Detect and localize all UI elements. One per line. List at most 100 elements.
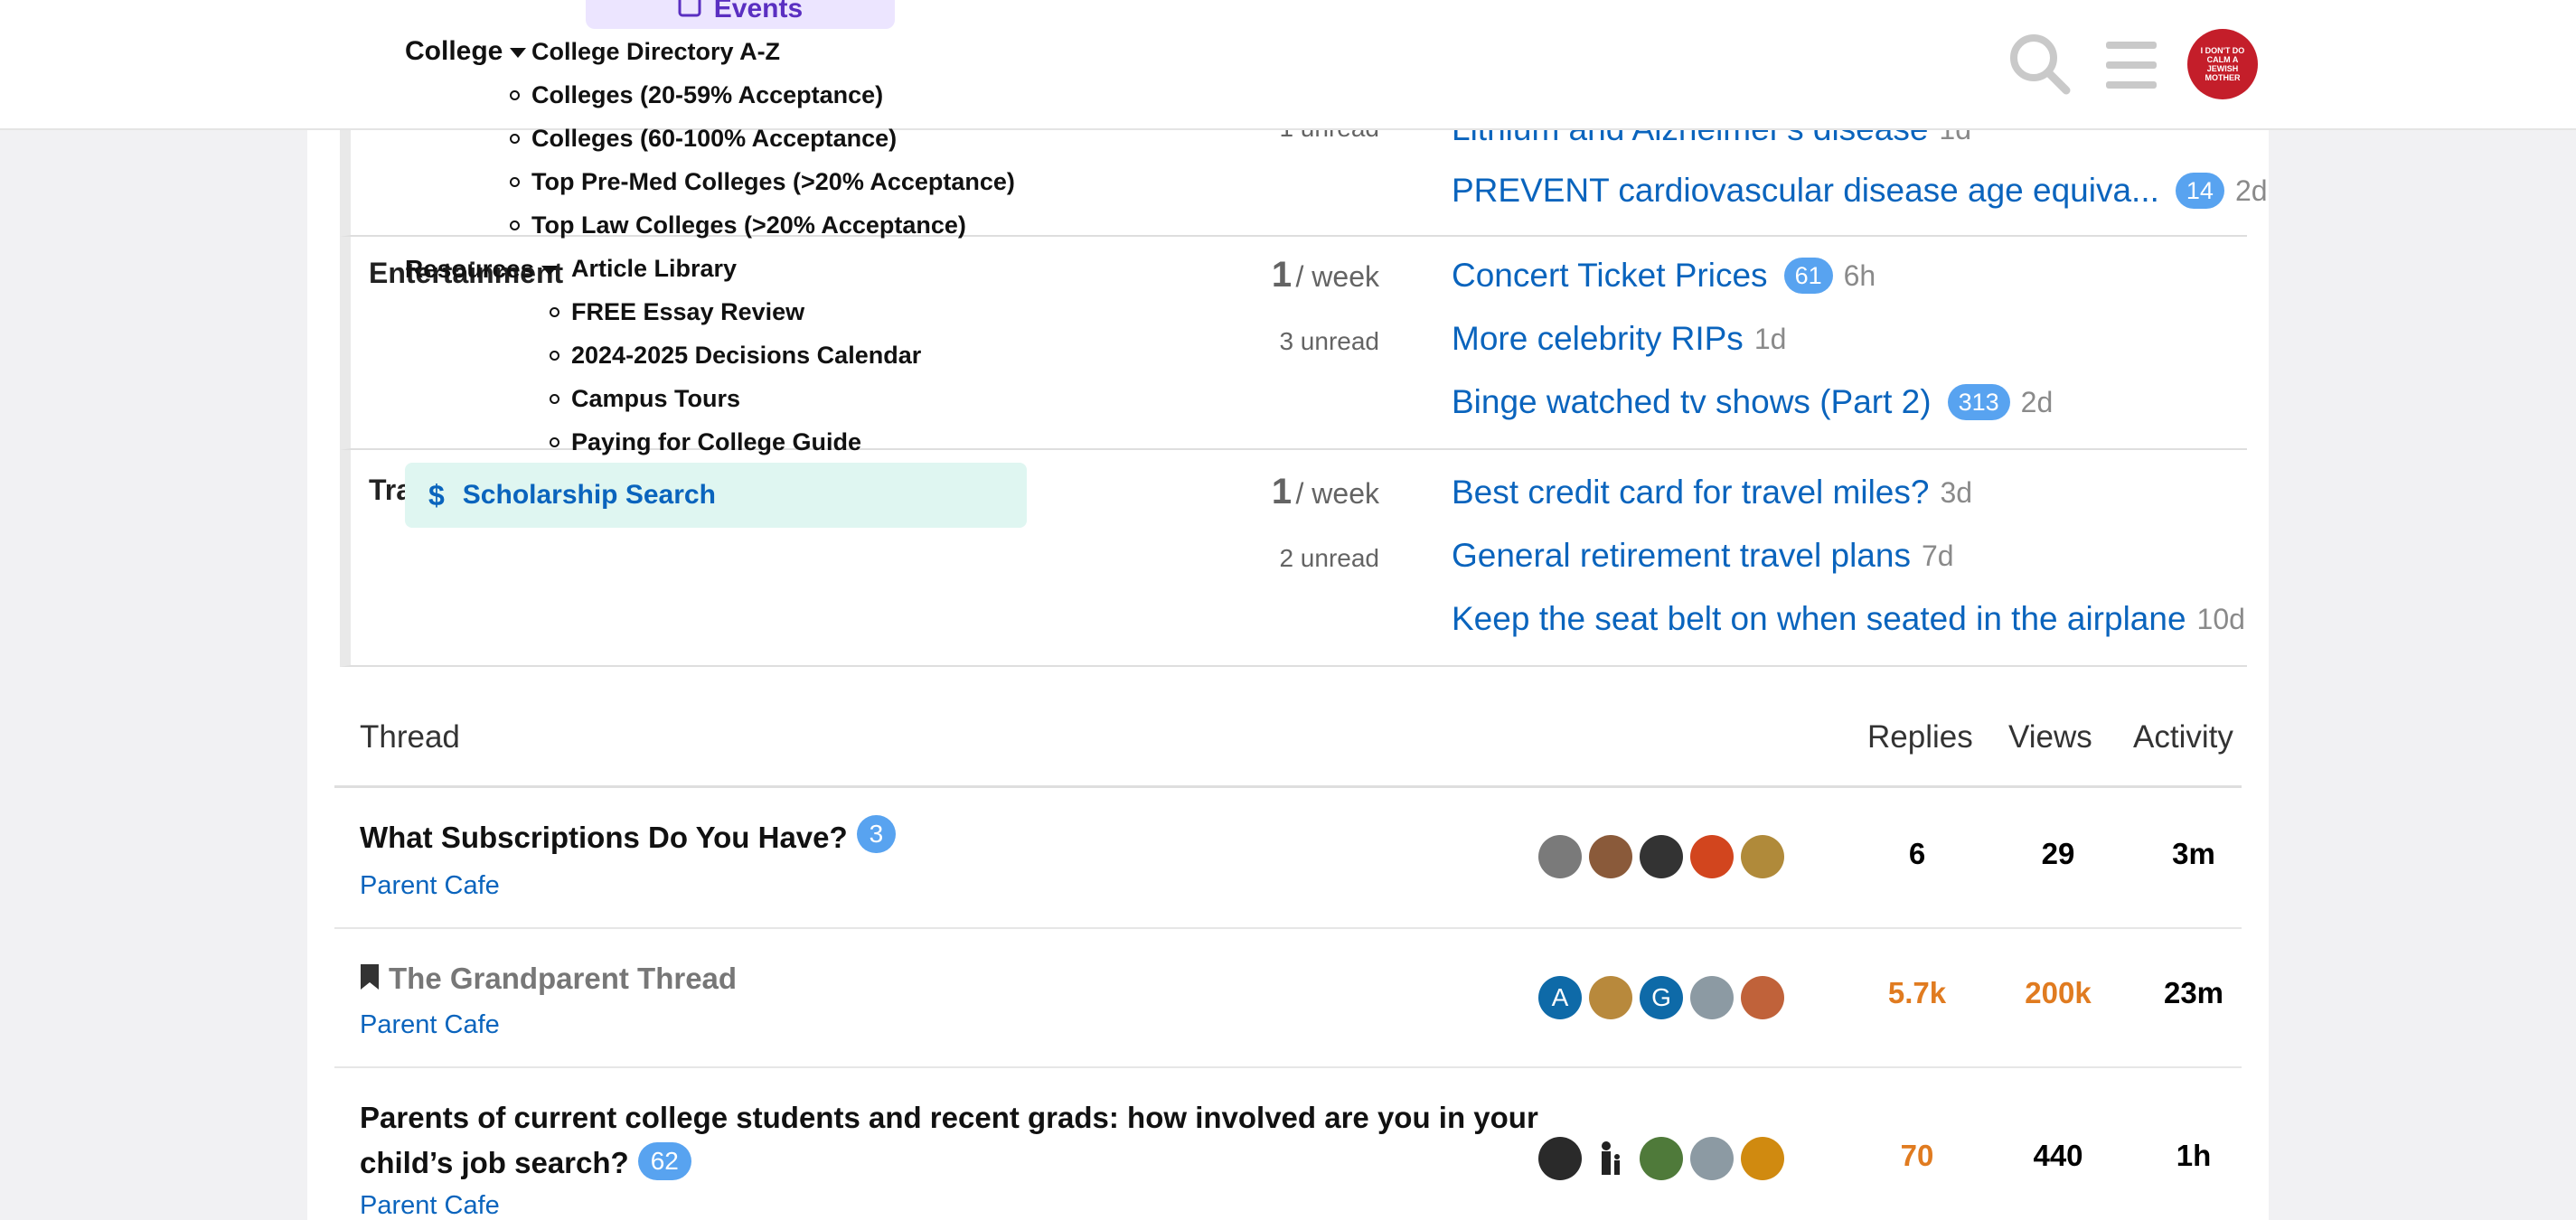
avatar[interactable] [1741,976,1784,1019]
menu-college-toggle[interactable]: College [405,36,527,67]
thread-title-text[interactable]: Parents of current college students and … [360,1101,1538,1134]
latest-topic-link[interactable]: Concert Ticket Prices 61 6h [1452,257,1876,295]
menu-item-top-pre-med[interactable]: Top Pre-Med Colleges (>20% Acceptance) [531,168,1015,196]
scholarship-search-button[interactable]: $ Scholarship Search [405,463,1027,528]
rate-unit: / week [1295,260,1379,293]
thread-category-link[interactable]: Parent Cafe [360,1010,500,1040]
unread-badge[interactable]: 3 [856,815,897,854]
unread-badge[interactable]: 61 [1783,258,1833,294]
unread-badge[interactable]: 62 [637,1142,691,1181]
topic-age: 7d [1921,539,1954,572]
column-activity[interactable]: Activity [2133,705,2233,770]
thread-title[interactable]: The Grandparent Thread [360,956,737,1003]
thread-title[interactable]: Parents of current college students and … [360,1095,1553,1186]
menu-item-paying-for-college[interactable]: Paying for College Guide [571,428,861,456]
poster-avatars [1538,835,1784,878]
avatar[interactable] [1640,1137,1683,1180]
replies-count[interactable]: 5.7k [1849,976,1985,1010]
menu-item-article-library[interactable]: Article Library [571,255,737,283]
views-count: 200k [2025,976,2092,1009]
table-row[interactable]: The Grandparent Thread Parent Cafe A G 5… [334,929,2242,1068]
avatar[interactable] [1589,976,1632,1019]
avatar[interactable] [1741,1137,1784,1180]
topic-age: 10d [2196,602,2245,635]
search-icon[interactable] [2008,33,2072,100]
category-unread[interactable]: 3 unread [1279,327,1379,356]
latest-topic-link[interactable]: More celebrity RIPs 1d [1452,320,1786,358]
unread-badge[interactable]: 14 [2175,173,2224,209]
avatar[interactable] [1640,835,1683,878]
table-row[interactable]: What Subscriptions Do You Have? 3 Parent … [334,790,2242,929]
bullet-icon [510,177,520,187]
latest-topic-link[interactable]: PREVENT cardiovascular disease age equiv… [1452,172,2268,210]
bullet-icon [550,437,559,447]
thread-category-link[interactable]: Parent Cafe [360,871,500,901]
category-unread[interactable]: 2 unread [1279,544,1379,573]
latest-topic-link[interactable]: Best credit card for travel miles? 3d [1452,474,1972,511]
menu-item-campus-tours[interactable]: Campus Tours [571,385,740,413]
activity-time[interactable]: 3m [2126,837,2261,871]
topic-title[interactable]: PREVENT cardiovascular disease age equiv… [1452,172,2159,210]
menu-college-label: College [405,36,503,66]
bookmark-icon [360,958,380,1003]
avatar[interactable] [1690,835,1734,878]
thread-title-text[interactable]: What Subscriptions Do You Have? [360,821,848,854]
poster-avatars: A G [1538,976,1784,1019]
menu-item-colleges-20-59[interactable]: Colleges (20-59% Acceptance) [531,81,883,109]
caret-down-icon [541,266,559,277]
menu-resources-label: Resources [405,255,535,283]
menu-item-essay-review[interactable]: FREE Essay Review [571,298,804,326]
menu-item-top-law[interactable]: Top Law Colleges (>20% Acceptance) [531,211,966,239]
menu-item-colleges-60-100[interactable]: Colleges (60-100% Acceptance) [531,125,897,153]
topic-age: 3d [1940,475,1973,509]
column-thread[interactable]: Thread [360,705,460,770]
topic-age: 6h [1843,258,1876,292]
thread-category-link[interactable]: Parent Cafe [360,1191,500,1220]
views-count: 440 [2033,1139,2083,1172]
avatar[interactable] [1589,835,1632,878]
column-replies[interactable]: Replies [1867,705,1973,770]
avatar[interactable]: A [1538,976,1582,1019]
bullet-icon [550,351,559,361]
replies-count[interactable]: 70 [1849,1139,1985,1173]
topic-title[interactable]: Binge watched tv shows (Part 2) [1452,383,1932,421]
activity-time[interactable]: 23m [2126,976,2261,1010]
avatar-text: I DON'T DO CALM A JEWISH MOTHER [2200,46,2245,82]
avatar[interactable] [1538,835,1582,878]
avatar[interactable] [1690,976,1734,1019]
menu-resources-toggle[interactable]: Resources [405,255,559,284]
replies-count[interactable]: 6 [1849,837,1985,871]
unread-badge[interactable]: 313 [1947,384,2010,420]
thread-title-text-continued[interactable]: child’s job search? [360,1146,629,1179]
latest-topic-link[interactable]: Keep the seat belt on when seated in the… [1452,600,2245,638]
avatar[interactable]: G [1640,976,1683,1019]
avatar[interactable] [1690,1137,1734,1180]
avatar[interactable] [1538,1137,1582,1180]
topic-title[interactable]: Keep the seat belt on when seated in the… [1452,600,2186,638]
table-row[interactable]: Parents of current college students and … [334,1068,2242,1220]
column-views[interactable]: Views [2008,705,2092,770]
hamburger-menu-icon[interactable] [2106,40,2157,95]
avatar[interactable] [1741,835,1784,878]
menu-item-decisions-calendar[interactable]: 2024-2025 Decisions Calendar [571,342,921,370]
avatar[interactable] [1589,1137,1632,1180]
topic-age: 2d [2234,174,2268,207]
thread-title-text[interactable]: The Grandparent Thread [389,962,737,995]
latest-topic-link[interactable]: Binge watched tv shows (Part 2) 313 2d [1452,383,2053,421]
activity-time[interactable]: 1h [2126,1139,2261,1173]
topic-title[interactable]: More celebrity RIPs [1452,320,1744,358]
category-post-rate: 1 / week [1272,255,1379,296]
topic-title[interactable]: General retirement travel plans [1452,537,1911,575]
bullet-icon [550,394,559,404]
topic-title[interactable]: Best credit card for travel miles? [1452,474,1929,511]
thread-title[interactable]: What Subscriptions Do You Have? 3 [360,815,897,860]
rate-number: 1 [1271,255,1293,295]
topic-title[interactable]: Concert Ticket Prices [1452,257,1768,295]
rate-number: 1 [1271,472,1293,511]
menu-item-college-directory[interactable]: College Directory A-Z [531,38,780,66]
latest-topic-link[interactable]: General retirement travel plans 7d [1452,537,1954,575]
user-avatar[interactable]: I DON'T DO CALM A JEWISH MOTHER [2187,29,2258,99]
nav-dropdown-menu: College College Directory A-Z Colleges (… [0,0,1085,542]
bullet-icon [550,307,559,317]
category-post-rate: 1 / week [1272,472,1379,512]
